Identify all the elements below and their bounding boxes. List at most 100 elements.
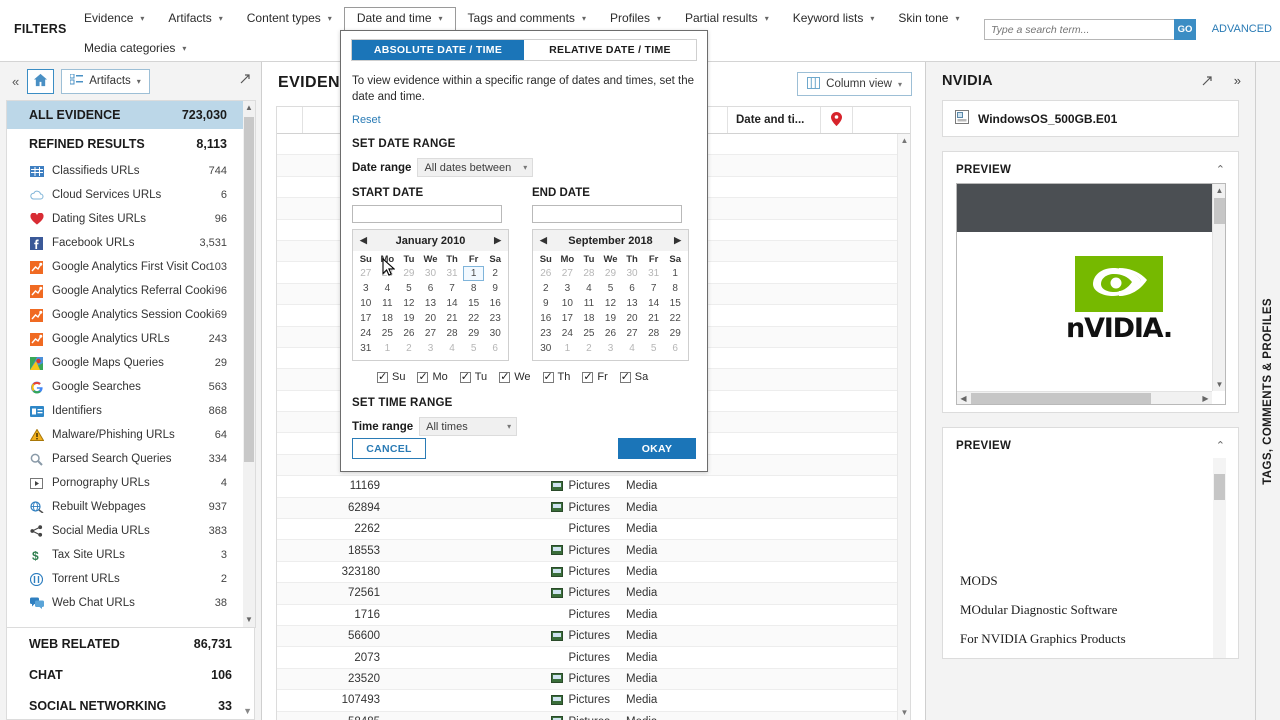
start-calendar-day-cell[interactable]: 4	[377, 281, 399, 296]
start-calendar-day-cell[interactable]: 8	[463, 281, 485, 296]
end-calendar-day-cell[interactable]: 17	[557, 311, 579, 326]
end-date-input[interactable]	[532, 205, 682, 224]
start-date-input[interactable]	[352, 205, 502, 224]
collapse-sidebar-icon[interactable]: «	[6, 74, 25, 89]
table-row[interactable]: 23520 Pictures Media	[277, 668, 897, 691]
start-calendar-day-cell[interactable]: 20	[420, 311, 442, 326]
sidebar-refined-results-row[interactable]: REFINED RESULTS 8,113	[7, 129, 243, 159]
preview-1-horizontal-scrollbar[interactable]: ◀ ▶	[957, 391, 1212, 404]
scroll-right-icon[interactable]: ▶	[1199, 392, 1212, 404]
pin-sidebar-icon[interactable]	[239, 73, 251, 88]
end-calendar-day-cell[interactable]: 11	[578, 296, 600, 311]
filter-menu-tags-and-comments[interactable]: Tags and comments ▾	[456, 7, 598, 30]
end-calendar-day-cell[interactable]: 10	[557, 296, 579, 311]
end-calendar-day-cell[interactable]: 15	[664, 296, 686, 311]
start-calendar-day-cell[interactable]: 10	[355, 296, 377, 311]
start-calendar-day-cell[interactable]: 12	[398, 296, 420, 311]
end-calendar-day-cell[interactable]: 7	[643, 281, 665, 296]
start-calendar-day-cell[interactable]: 16	[484, 296, 506, 311]
end-calendar-day-cell[interactable]: 26	[535, 266, 557, 281]
sidebar-item-social-media-urls[interactable]: Social Media URLs 383	[7, 519, 243, 543]
start-calendar-day-cell[interactable]: 7	[441, 281, 463, 296]
tags-comments-profiles-tab[interactable]: TAGS, COMMENTS & PROFILES	[1255, 62, 1280, 720]
checkbox-checked-icon[interactable]	[542, 370, 554, 383]
artifacts-dropdown-button[interactable]: Artifacts ▾	[61, 68, 150, 94]
filter-menu-skin-tone[interactable]: Skin tone ▾	[886, 7, 971, 30]
table-scroll-up-icon[interactable]: ▲	[898, 134, 910, 148]
scroll-down-icon[interactable]: ▼	[1213, 378, 1225, 391]
table-row[interactable]: 58485 Pictures Media	[277, 711, 897, 720]
start-calendar-day-cell[interactable]: 27	[355, 266, 377, 281]
weekday-checkbox-fr[interactable]: Fr	[582, 370, 608, 383]
weekday-checkbox-tu[interactable]: Tu	[459, 370, 487, 383]
end-calendar-day-cell[interactable]: 2	[535, 281, 557, 296]
scrollbar-thumb[interactable]	[1214, 198, 1225, 224]
search-go-button[interactable]: GO	[1174, 19, 1196, 40]
sidebar-category-web-related[interactable]: WEB RELATED 86,731	[7, 628, 254, 659]
okay-button[interactable]: OKAY	[618, 438, 696, 459]
start-calendar-day-cell[interactable]: 25	[377, 326, 399, 341]
start-calendar-day-cell[interactable]: 4	[441, 341, 463, 356]
sidebar-item-identifiers[interactable]: Identifiers 868	[7, 399, 243, 423]
start-calendar-day-cell[interactable]: 29	[463, 326, 485, 341]
checkbox-checked-icon[interactable]	[582, 370, 594, 383]
end-calendar-day-cell[interactable]: 8	[664, 281, 686, 296]
filter-menu-date-and-time[interactable]: Date and time ▾	[343, 7, 456, 30]
sidebar-item-google-analytics-urls[interactable]: Google Analytics URLs 243	[7, 327, 243, 351]
sidebar-all-evidence-row[interactable]: ALL EVIDENCE 723,030	[7, 101, 243, 129]
end-calendar-day-cell[interactable]: 27	[557, 266, 579, 281]
date-range-select[interactable]: All dates between ▾	[417, 158, 534, 178]
end-calendar-day-cell[interactable]: 31	[643, 266, 665, 281]
table-scrollbar[interactable]: ▲ ▼	[897, 134, 910, 720]
end-calendar-day-cell[interactable]: 1	[664, 266, 686, 281]
end-calendar-day-cell[interactable]: 3	[557, 281, 579, 296]
scroll-up-icon[interactable]: ▲	[243, 101, 255, 115]
start-calendar-day-cell[interactable]: 21	[441, 311, 463, 326]
next-month-icon[interactable]: ▶	[494, 235, 501, 246]
end-calendar-day-cell[interactable]: 1	[557, 341, 579, 356]
start-calendar-day-cell[interactable]: 26	[398, 326, 420, 341]
end-calendar-day-cell[interactable]: 25	[578, 326, 600, 341]
weekday-checkbox-mo[interactable]: Mo	[417, 370, 448, 383]
col-header-select[interactable]	[277, 107, 303, 133]
start-calendar-day-cell[interactable]: 2	[484, 266, 506, 281]
pin-panel-icon[interactable]	[1201, 75, 1213, 90]
reset-link[interactable]: Reset	[352, 114, 696, 126]
end-calendar-day-cell[interactable]: 26	[600, 326, 622, 341]
table-row[interactable]: 107493 Pictures Media	[277, 690, 897, 712]
scroll-down-icon[interactable]: ▼	[243, 613, 255, 627]
start-calendar-day-cell[interactable]: 2	[398, 341, 420, 356]
end-calendar-day-cell[interactable]: 28	[578, 266, 600, 281]
weekday-checkbox-th[interactable]: Th	[542, 370, 570, 383]
sidebar-category-chat[interactable]: CHAT 106	[7, 659, 254, 690]
end-calendar-day-cell[interactable]: 5	[600, 281, 622, 296]
home-button[interactable]	[27, 68, 55, 94]
start-calendar-day-cell[interactable]: 31	[355, 341, 377, 356]
end-calendar-day-cell[interactable]: 6	[664, 341, 686, 356]
preview-2-scrollbar[interactable]	[1213, 458, 1226, 658]
sidebar-category-social-networking[interactable]: SOCIAL NETWORKING 33	[7, 690, 254, 720]
column-view-button[interactable]: Column view ▾	[797, 72, 912, 96]
filter-menu-media-categories[interactable]: Media categories ▾	[72, 37, 198, 60]
table-row[interactable]: 1716 Pictures Media	[277, 605, 897, 626]
sidebar-item-tax-site-urls[interactable]: $ Tax Site URLs 3	[7, 543, 243, 567]
end-calendar-day-cell[interactable]: 14	[643, 296, 665, 311]
end-calendar-day-cell[interactable]: 30	[621, 266, 643, 281]
filter-menu-partial-results[interactable]: Partial results ▾	[673, 7, 781, 30]
expand-panel-icon[interactable]: »	[1234, 73, 1241, 88]
end-calendar-day-cell[interactable]: 12	[600, 296, 622, 311]
cancel-button[interactable]: CANCEL	[352, 438, 426, 459]
table-row[interactable]: 56600 Pictures Media	[277, 625, 897, 648]
start-calendar-day-cell[interactable]: 11	[377, 296, 399, 311]
tab-absolute-date-time[interactable]: ABSOLUTE DATE / TIME	[352, 40, 524, 60]
start-calendar-day-cell[interactable]: 18	[377, 311, 399, 326]
next-month-icon[interactable]: ▶	[674, 235, 681, 246]
weekday-checkbox-sa[interactable]: Sa	[619, 370, 648, 383]
table-row[interactable]: 323180 Pictures Media	[277, 562, 897, 584]
start-calendar-day-cell[interactable]: 6	[484, 341, 506, 356]
sidebar-item-google-maps-queries[interactable]: Google Maps Queries 29	[7, 351, 243, 375]
sidebar-item-rebuilt-webpages[interactable]: Rebuilt Webpages 937	[7, 495, 243, 519]
filter-menu-evidence[interactable]: Evidence ▾	[72, 7, 156, 30]
col-header-date-and-time[interactable]: Date and ti...	[728, 107, 821, 133]
checkbox-checked-icon[interactable]	[619, 370, 631, 383]
